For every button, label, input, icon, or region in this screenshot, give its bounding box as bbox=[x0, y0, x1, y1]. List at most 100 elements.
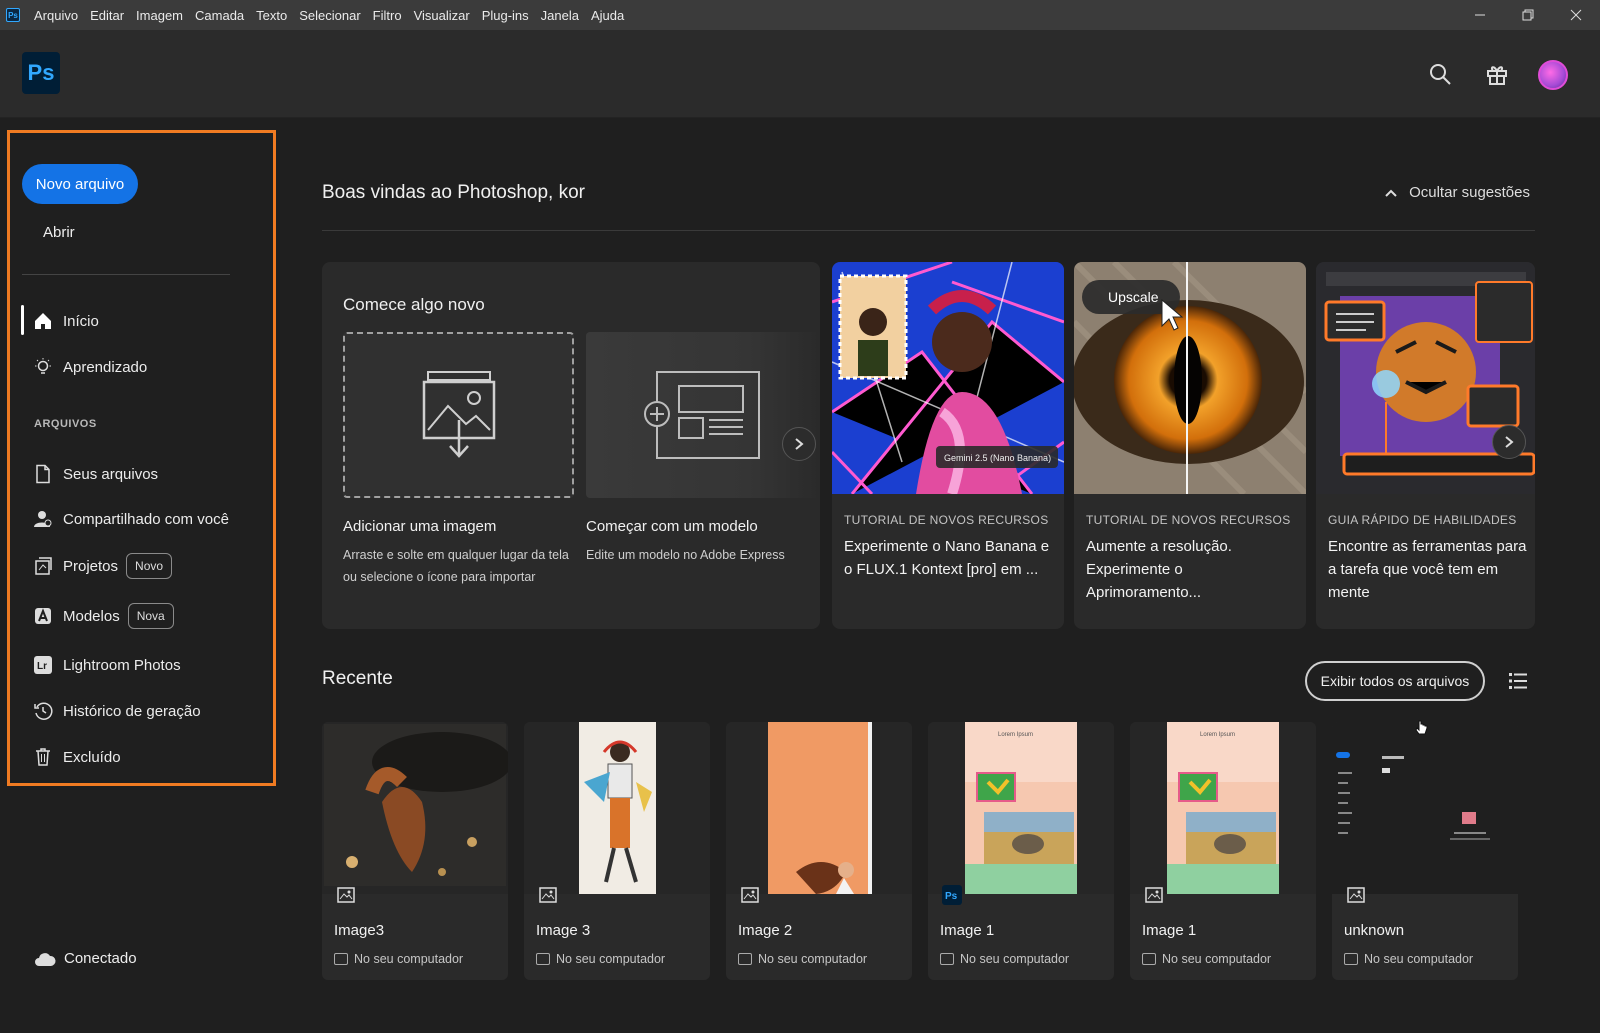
image-icon bbox=[740, 885, 760, 905]
recent-file-card[interactable]: Lorem Ipsum Image 1 No seu computador bbox=[1130, 722, 1316, 980]
suggestion-title: Experimente o Nano Banana e o FLUX.1 Kon… bbox=[844, 538, 1050, 578]
sidebar-item-historico[interactable]: Histórico de geração bbox=[33, 696, 201, 726]
active-indicator bbox=[21, 305, 24, 335]
recent-file-card[interactable]: Image 3 No seu computador bbox=[524, 722, 710, 980]
ps-app-icon: Ps bbox=[6, 8, 20, 22]
menu-editar[interactable]: Editar bbox=[84, 8, 130, 23]
image-icon bbox=[1144, 885, 1164, 905]
ps-file-icon: Ps bbox=[942, 885, 962, 905]
sidebar-item-excluido[interactable]: Excluído bbox=[33, 742, 121, 772]
recent-title: Recente bbox=[322, 668, 393, 689]
open-button[interactable]: Abrir bbox=[43, 224, 75, 241]
menu-imagem[interactable]: Imagem bbox=[130, 8, 189, 23]
computer-icon bbox=[334, 953, 348, 965]
add-image-desc: Arraste e solte em qualquer lugar da tel… bbox=[343, 548, 569, 584]
welcome-title: Boas vindas ao Photoshop, kor bbox=[322, 182, 586, 203]
file-thumbnail bbox=[1332, 722, 1518, 894]
computer-icon bbox=[940, 953, 954, 965]
suggestion-kicker: TUTORIAL DE NOVOS RECURSOS bbox=[844, 513, 1049, 527]
menu-texto[interactable]: Texto bbox=[250, 8, 293, 23]
start-next-button[interactable] bbox=[782, 427, 816, 461]
file-location: No seu computador bbox=[738, 952, 867, 966]
menu-filtro[interactable]: Filtro bbox=[367, 8, 408, 23]
template-title: Começar com um modelo bbox=[586, 518, 758, 535]
menu-camada[interactable]: Camada bbox=[189, 8, 250, 23]
suggestion-kicker: TUTORIAL DE NOVOS RECURSOS bbox=[1086, 513, 1291, 527]
cloud-icon bbox=[34, 951, 56, 967]
computer-icon bbox=[1344, 953, 1358, 965]
sidebar-item-modelos[interactable]: Modelos Nova bbox=[33, 601, 174, 631]
sidebar-item-seus-arquivos[interactable]: Seus arquivos bbox=[33, 459, 158, 489]
template-card[interactable] bbox=[586, 332, 820, 498]
gift-icon[interactable] bbox=[1481, 58, 1513, 90]
suggestion-title: Encontre as ferramentas para a tarefa qu… bbox=[1328, 538, 1527, 601]
sidebar-item-aprendizado[interactable]: Aprendizado bbox=[33, 352, 147, 382]
menu-janela[interactable]: Janela bbox=[535, 8, 585, 23]
search-icon[interactable] bbox=[1424, 58, 1456, 90]
sync-status: Conectado bbox=[34, 950, 137, 967]
recent-file-card[interactable]: Image3 No seu computador bbox=[322, 722, 508, 980]
menu-visualizar[interactable]: Visualizar bbox=[408, 8, 476, 23]
recent-file-card[interactable]: unknown No seu computador bbox=[1332, 722, 1518, 980]
sidebar-item-label: Compartilhado com você bbox=[63, 510, 229, 528]
file-location-label: No seu computador bbox=[1162, 952, 1272, 966]
sidebar-item-label: Excluído bbox=[63, 748, 121, 766]
file-location-label: No seu computador bbox=[354, 952, 464, 966]
suggestion-card[interactable]: GUIA RÁPIDO DE HABILIDADES Encontre as f… bbox=[1316, 262, 1535, 629]
minimize-icon[interactable] bbox=[1456, 0, 1504, 30]
file-location-label: No seu computador bbox=[758, 952, 868, 966]
sidebar-item-compartilhado[interactable]: Compartilhado com você bbox=[33, 504, 229, 534]
file-location: No seu computador bbox=[334, 952, 463, 966]
chevron-right-icon bbox=[795, 438, 804, 450]
sidebar-item-label: Início bbox=[63, 312, 99, 330]
template-desc: Edite um modelo no Adobe Express bbox=[586, 548, 785, 562]
mouse-cursor-icon bbox=[1415, 720, 1429, 743]
list-view-icon[interactable] bbox=[1505, 668, 1531, 694]
menu-plugins[interactable]: Plug-ins bbox=[476, 8, 535, 23]
image-icon bbox=[538, 885, 558, 905]
chevron-right-icon bbox=[1505, 436, 1514, 448]
menu-selecionar[interactable]: Selecionar bbox=[293, 8, 366, 23]
file-name: Image 2 bbox=[738, 922, 793, 939]
file-location-label: No seu computador bbox=[1364, 952, 1474, 966]
chevron-up-icon bbox=[1385, 189, 1397, 197]
add-image-card[interactable] bbox=[343, 332, 574, 498]
upscale-chip: Upscale bbox=[1108, 289, 1159, 305]
photoshop-logo[interactable]: Ps bbox=[22, 52, 60, 94]
lightroom-icon: Lr bbox=[33, 655, 53, 675]
sidebar-item-label: Seus arquivos bbox=[63, 465, 159, 483]
section-label-arquivos: ARQUIVOS bbox=[34, 418, 97, 430]
file-thumbnail: Lorem Ipsum bbox=[928, 722, 1114, 894]
menu-ajuda[interactable]: Ajuda bbox=[585, 8, 630, 23]
sidebar-item-inicio[interactable]: Início bbox=[33, 306, 99, 336]
start-new-title: Comece algo novo bbox=[343, 295, 485, 314]
hide-suggestions-label: Ocultar sugestões bbox=[1409, 184, 1530, 201]
svg-text:Lr: Lr bbox=[37, 661, 47, 672]
menu-arquivo[interactable]: Arquivo bbox=[28, 8, 84, 23]
sidebar-item-projetos[interactable]: Projetos Novo bbox=[33, 551, 173, 581]
file-location: No seu computador bbox=[536, 952, 665, 966]
hide-suggestions-button[interactable]: Ocultar sugestões bbox=[1385, 184, 1530, 201]
svg-text:Lorem Ipsum: Lorem Ipsum bbox=[1200, 732, 1235, 738]
sidebar-item-lightroom[interactable]: Lr Lightroom Photos bbox=[33, 650, 181, 680]
sidebar-item-label: Histórico de geração bbox=[63, 702, 201, 720]
menu-bar: Ps Arquivo Editar Imagem Camada Texto Se… bbox=[0, 0, 1600, 30]
view-all-files-button[interactable]: Exibir todos os arquivos bbox=[1305, 661, 1485, 701]
recent-file-card[interactable]: Image 2 No seu computador bbox=[726, 722, 912, 980]
suggestion-card[interactable]: Gemini 2.5 (Nano Banana) TUTORIAL DE NOV… bbox=[832, 262, 1064, 629]
main-divider bbox=[322, 230, 1535, 231]
close-icon[interactable] bbox=[1552, 0, 1600, 30]
suggestions-next-button[interactable] bbox=[1492, 425, 1526, 459]
file-thumbnail: Lorem Ipsum bbox=[1130, 722, 1316, 894]
user-avatar[interactable] bbox=[1538, 60, 1568, 90]
suggestion-card[interactable]: Upscale TUTORIAL DE NOVOS RECURSOS Aumen… bbox=[1074, 262, 1306, 629]
restore-icon[interactable] bbox=[1504, 0, 1552, 30]
recent-file-card[interactable]: Lorem Ipsum Ps Image 1 No seu computador bbox=[928, 722, 1114, 980]
template-icon bbox=[644, 371, 760, 459]
image-icon bbox=[336, 885, 356, 905]
start-new-panel: Comece algo novo Adicionar uma imagem Ar… bbox=[322, 262, 820, 629]
new-file-button[interactable]: Novo arquivo bbox=[22, 164, 138, 204]
sync-status-label: Conectado bbox=[64, 950, 137, 967]
file-location: No seu computador bbox=[1142, 952, 1271, 966]
suggestion-image: Upscale bbox=[1074, 262, 1306, 494]
